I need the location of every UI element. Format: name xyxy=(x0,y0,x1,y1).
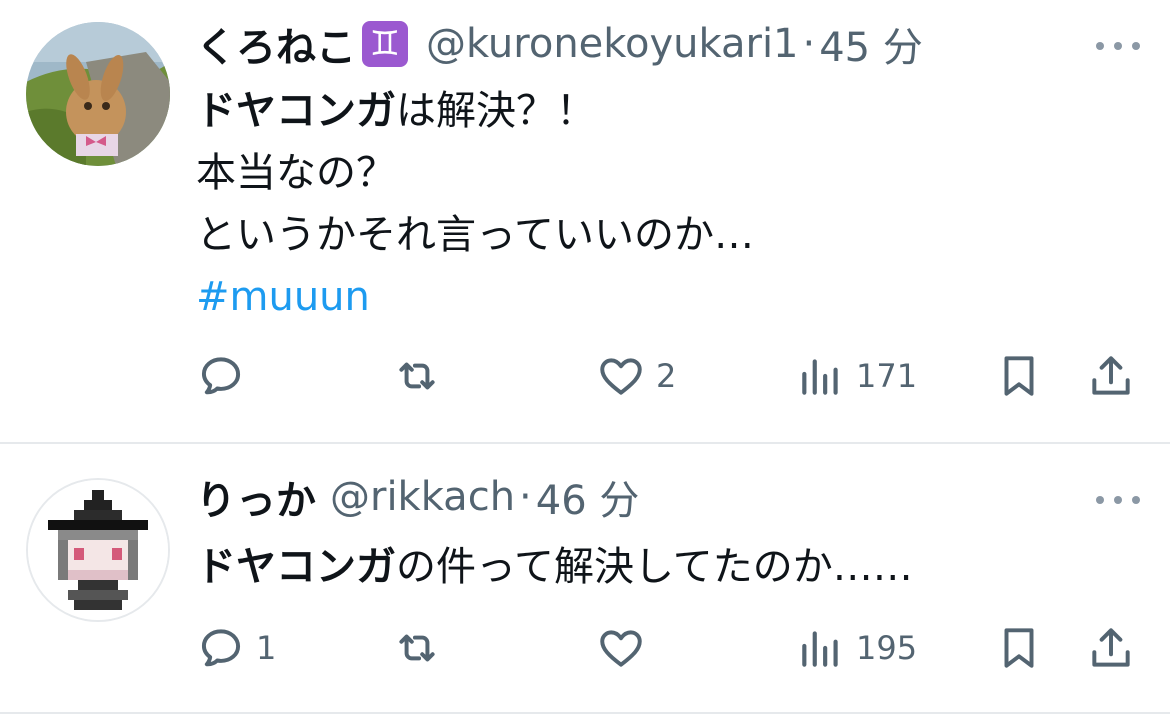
separator-dot: · xyxy=(802,21,816,67)
text-span: の件って解決してたのか…… xyxy=(396,544,913,590)
views-count: 171 xyxy=(856,357,918,395)
user-handle[interactable]: @kuronekoyukari1 xyxy=(426,21,799,67)
reply-icon xyxy=(201,629,241,667)
views-button[interactable]: 195 xyxy=(796,618,917,678)
retweet-icon xyxy=(399,634,435,662)
timestamp[interactable]: 46 分 xyxy=(536,468,640,526)
text-line: というかそれ言っていいのか… xyxy=(196,212,754,258)
like-button[interactable]: 2 xyxy=(596,346,676,406)
avatar[interactable] xyxy=(26,478,170,622)
share-icon xyxy=(1092,356,1130,395)
views-button[interactable]: 171 xyxy=(796,346,917,406)
more-options-icon[interactable] xyxy=(1096,36,1140,56)
display-name[interactable]: くろねこ xyxy=(196,15,356,73)
like-button[interactable] xyxy=(596,618,656,678)
action-bar: 2 171 xyxy=(196,346,1141,406)
bookmark-button[interactable] xyxy=(994,346,1044,406)
gemini-emoji-icon: ♊ xyxy=(362,21,408,67)
like-count: 2 xyxy=(656,357,677,395)
emphasized-text: ドヤコンガ xyxy=(196,544,396,590)
retweet-button[interactable] xyxy=(392,346,452,406)
avatar[interactable] xyxy=(26,22,170,166)
hashtag-link[interactable]: #muuun xyxy=(196,266,754,328)
share-icon xyxy=(1092,628,1130,667)
tweet-text: ドヤコンガは解決？！ 本当なの？ というかそれ言っていいのか… #muuun xyxy=(196,80,754,328)
retweet-button[interactable] xyxy=(392,618,452,678)
share-button[interactable] xyxy=(1086,346,1136,406)
text-span: は解決？！ xyxy=(396,88,596,134)
separator-dot: · xyxy=(519,474,532,520)
views-chart-icon xyxy=(802,359,838,395)
heart-icon xyxy=(600,358,642,395)
display-name[interactable]: りっか xyxy=(196,468,316,526)
reply-icon xyxy=(201,357,241,395)
bookmark-icon xyxy=(1004,628,1034,668)
bookmark-button[interactable] xyxy=(994,618,1044,678)
text-line: 本当なの？ xyxy=(196,150,396,196)
timestamp[interactable]: 45 分 xyxy=(819,15,923,73)
retweet-icon xyxy=(399,362,435,390)
more-options-icon[interactable] xyxy=(1096,490,1140,510)
user-handle[interactable]: @rikkach xyxy=(330,474,515,520)
views-count: 195 xyxy=(856,629,918,667)
heart-icon xyxy=(600,630,642,667)
share-button[interactable] xyxy=(1086,618,1136,678)
tweet[interactable]: くろねこ ♊ @kuronekoyukari1 · 45 分 ドヤコンガは解決？… xyxy=(0,0,1170,444)
reply-button[interactable]: 1 xyxy=(196,618,276,678)
views-chart-icon xyxy=(802,631,838,667)
emphasized-text: ドヤコンガ xyxy=(196,88,396,134)
reply-count: 1 xyxy=(256,629,277,667)
reply-button[interactable] xyxy=(196,346,256,406)
action-bar: 1 195 xyxy=(196,618,1141,678)
tweet[interactable]: りっか @rikkach · 46 分 ドヤコンガの件って解決してたのか…… 1… xyxy=(0,444,1170,714)
tweet-text: ドヤコンガの件って解決してたのか…… xyxy=(196,536,913,598)
bookmark-icon xyxy=(1004,356,1034,396)
